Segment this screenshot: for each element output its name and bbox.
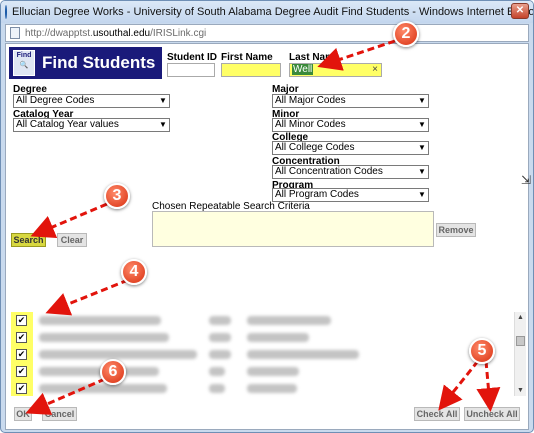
step-marker-6: 6 xyxy=(100,359,126,385)
arrow-to-last-name xyxy=(317,39,396,71)
step-marker-3: 3 xyxy=(104,183,130,209)
step-marker-4: 4 xyxy=(121,259,147,285)
arrow-to-uncheck-all xyxy=(476,360,501,412)
arrow-to-results xyxy=(45,278,129,316)
step-marker-5: 5 xyxy=(469,338,495,364)
step-marker-2: 2 xyxy=(393,21,419,47)
arrow-to-check-all xyxy=(438,360,480,411)
arrow-to-ok xyxy=(25,377,106,415)
arrow-to-search xyxy=(30,202,108,239)
resize-cursor-icon: ⇲ xyxy=(520,173,531,187)
annotation-arrows xyxy=(25,39,501,415)
browser-window: Ellucian Degree Works - University of So… xyxy=(0,0,534,433)
